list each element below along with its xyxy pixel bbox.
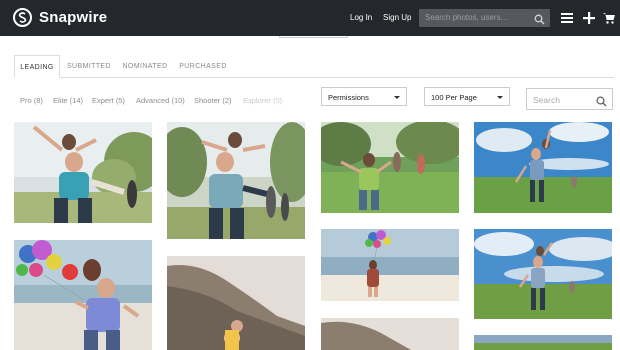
magnifier-icon[interactable] xyxy=(596,94,607,112)
permissions-select-value: Permissions xyxy=(328,93,369,102)
photo-thumbnail[interactable] xyxy=(167,122,305,239)
photo-thumbnail[interactable] xyxy=(321,318,459,350)
plus-icon[interactable] xyxy=(583,11,595,29)
filter-shooter[interactable]: Shooter (2) xyxy=(194,96,232,105)
chevron-down-icon xyxy=(394,96,400,99)
brand-name: Snapwire xyxy=(39,9,108,26)
tab-bar: LEADING SUBMITTED NOMINATED PURCHASED xyxy=(14,55,614,78)
login-link[interactable]: Log In xyxy=(350,13,372,22)
menu-icon[interactable] xyxy=(561,11,573,29)
permissions-select[interactable]: Permissions xyxy=(321,87,407,106)
tab-purchased[interactable]: PURCHASED xyxy=(178,55,228,78)
photo-thumbnail[interactable] xyxy=(14,240,152,350)
photo-thumbnail[interactable] xyxy=(474,335,612,350)
collapsed-dropdown-edge xyxy=(279,36,348,38)
brand-logo[interactable]: Snapwire xyxy=(13,8,107,27)
photo-search-input[interactable]: Search xyxy=(526,88,613,110)
chevron-down-icon xyxy=(497,96,503,99)
tab-submitted[interactable]: SUBMITTED xyxy=(64,55,114,78)
top-search-input[interactable]: Search photos, users... xyxy=(419,9,550,27)
top-search-placeholder: Search photos, users... xyxy=(425,13,508,22)
top-search-icon[interactable] xyxy=(534,12,545,30)
tab-nominated[interactable]: NOMINATED xyxy=(120,55,170,78)
filter-elite[interactable]: Elite (14) xyxy=(53,96,83,105)
snapwire-logo-icon xyxy=(13,8,32,27)
filter-explorer: Explorer (0) xyxy=(243,96,283,105)
tab-leading[interactable]: LEADING xyxy=(14,55,60,78)
photo-thumbnail[interactable] xyxy=(167,256,305,350)
filter-expert[interactable]: Expert (5) xyxy=(92,96,125,105)
top-navbar: Snapwire Log In Sign Up Search photos, u… xyxy=(0,0,620,36)
filter-advanced[interactable]: Advanced (10) xyxy=(136,96,185,105)
signup-link[interactable]: Sign Up xyxy=(383,13,411,22)
filter-pro[interactable]: Pro (8) xyxy=(20,96,43,105)
photo-thumbnail[interactable] xyxy=(474,122,612,213)
cart-icon[interactable] xyxy=(603,11,615,29)
photo-thumbnail[interactable] xyxy=(321,122,459,213)
photo-thumbnail[interactable] xyxy=(474,229,612,319)
photo-search-placeholder: Search xyxy=(533,95,560,105)
per-page-select-value: 100 Per Page xyxy=(431,93,477,102)
per-page-select[interactable]: 100 Per Page xyxy=(424,87,510,106)
photo-thumbnail[interactable] xyxy=(14,122,152,223)
photo-thumbnail[interactable] xyxy=(321,229,459,301)
